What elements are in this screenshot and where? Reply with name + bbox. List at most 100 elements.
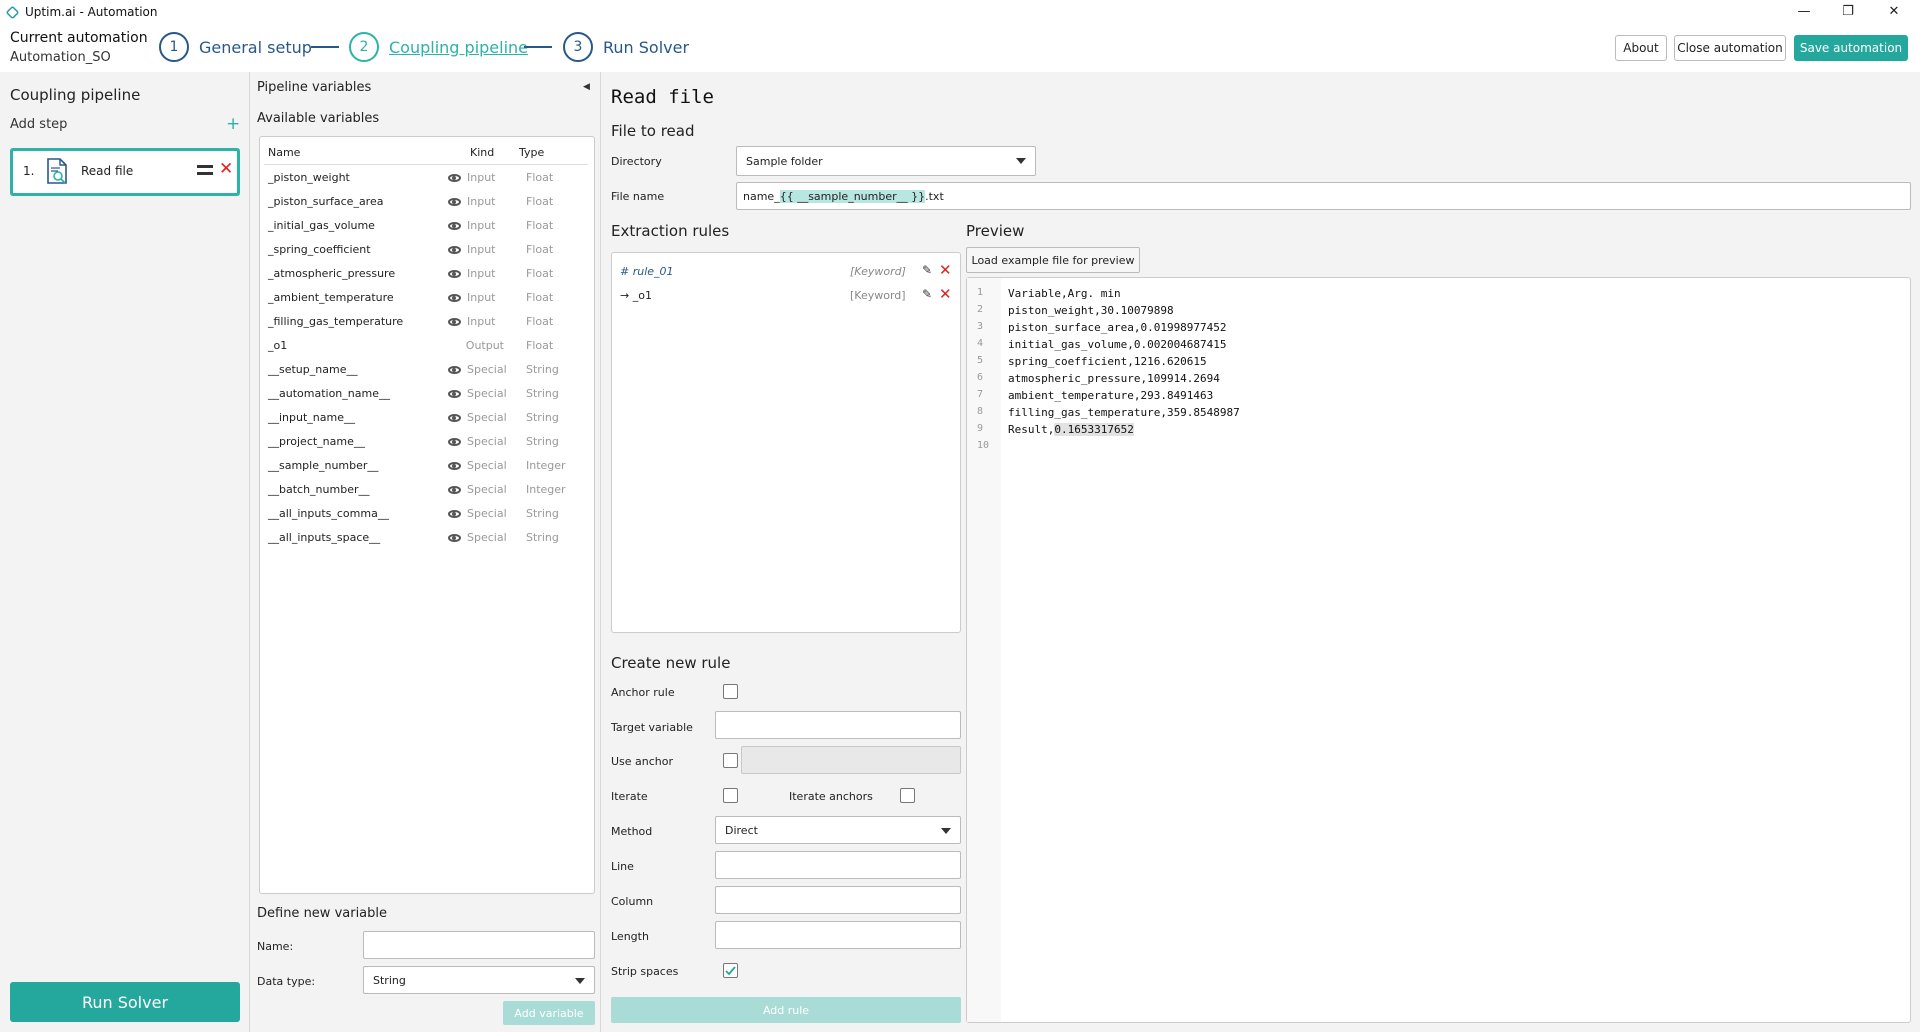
iterate-anchors-checkbox[interactable]	[900, 788, 915, 803]
page-title: Read file	[611, 86, 714, 108]
variable-row[interactable]: _filling_gas_temperature Input Float	[260, 310, 594, 334]
delete-step-icon[interactable]: ✕	[219, 159, 233, 179]
anchor-rule-checkbox[interactable]	[723, 684, 738, 699]
rule-item[interactable]: → _o1 [Keyword] ✎ ✕	[620, 285, 952, 305]
minimize-button[interactable]: —	[1782, 0, 1826, 22]
delete-rule-icon[interactable]: ✕	[939, 285, 952, 303]
panel-title: Pipeline variables	[257, 80, 372, 95]
variable-type: String	[526, 435, 559, 448]
directory-value: Sample folder	[746, 155, 823, 168]
eye-icon[interactable]	[448, 318, 461, 326]
eye-icon[interactable]	[448, 486, 461, 494]
chevron-down-icon	[575, 978, 585, 984]
line-text: spring_coefficient,1216.620615	[1008, 355, 1207, 368]
variable-row[interactable]: __all_inputs_comma__ Special String	[260, 502, 594, 526]
use-anchor-checkbox[interactable]	[723, 753, 738, 768]
rule-name: → _o1	[620, 289, 652, 302]
pipeline-step-read-file[interactable]: 1. Read file ✕	[10, 148, 240, 196]
about-button[interactable]: About	[1615, 35, 1667, 61]
variable-row[interactable]: __project_name__ Special String	[260, 430, 594, 454]
drag-handle-icon[interactable]	[197, 165, 213, 175]
file-name-input[interactable]: name_{{ __sample_number__ }}.txt	[736, 182, 1911, 210]
delete-rule-icon[interactable]: ✕	[939, 261, 952, 279]
target-variable-input[interactable]	[715, 711, 961, 739]
step-number: 3	[563, 32, 593, 62]
rule-kind-tag: [Keyword]	[850, 265, 906, 278]
variable-row[interactable]: __all_inputs_space__ Special String	[260, 526, 594, 550]
variable-row[interactable]: _o1 Output Float	[260, 334, 594, 358]
edit-rule-icon[interactable]: ✎	[922, 263, 932, 277]
pipeline-sidebar: Coupling pipeline Add step + 1. Read fil…	[0, 72, 250, 1032]
step-connector	[524, 46, 552, 48]
eye-icon[interactable]	[448, 414, 461, 422]
eye-icon[interactable]	[448, 294, 461, 302]
variable-type: String	[526, 411, 559, 424]
variable-kind: Input	[467, 195, 496, 208]
preview-title: Preview	[966, 222, 1025, 240]
eye-icon[interactable]	[448, 246, 461, 254]
variable-name: __input_name__	[268, 411, 355, 424]
variable-row[interactable]: _piston_surface_area Input Float	[260, 190, 594, 214]
eye-icon[interactable]	[448, 510, 461, 518]
data-type-select[interactable]: String	[363, 966, 595, 994]
eye-icon[interactable]	[448, 438, 461, 446]
step-number: 2	[349, 32, 379, 62]
eye-icon[interactable]	[448, 198, 461, 206]
variable-name-input[interactable]	[363, 931, 595, 959]
step-general-setup[interactable]: 1 General setup	[159, 32, 312, 62]
line-text: piston_weight,30.10079898	[1008, 304, 1174, 317]
variable-row[interactable]: _piston_weight Input Float	[260, 166, 594, 190]
close-automation-button[interactable]: Close automation	[1674, 35, 1786, 61]
step-label: Run Solver	[603, 37, 690, 57]
line-input[interactable]	[715, 851, 961, 879]
variable-row[interactable]: __input_name__ Special String	[260, 406, 594, 430]
eye-icon[interactable]	[448, 222, 461, 230]
divider	[264, 164, 588, 165]
file-name-label: File name	[611, 190, 665, 203]
variable-row[interactable]: __sample_number__ Special Integer	[260, 454, 594, 478]
eye-icon[interactable]	[448, 174, 461, 182]
preview-line: 6 atmospheric_pressure,109914.2694	[967, 371, 1910, 388]
variable-row[interactable]: __batch_number__ Special Integer	[260, 478, 594, 502]
save-automation-button[interactable]: Save automation	[1794, 35, 1908, 61]
restore-button[interactable]: ❐	[1826, 0, 1870, 22]
variable-type: String	[526, 363, 559, 376]
variable-type: Integer	[526, 483, 566, 496]
iterate-checkbox[interactable]	[723, 788, 738, 803]
eye-icon[interactable]	[448, 270, 461, 278]
method-value: Direct	[725, 824, 758, 837]
variable-row[interactable]: _atmospheric_pressure Input Float	[260, 262, 594, 286]
table-header: Name Kind Type	[260, 137, 594, 165]
preview-line: 4 initial_gas_volume,0.002004687415	[967, 337, 1910, 354]
eye-icon[interactable]	[448, 462, 461, 470]
variable-row[interactable]: _ambient_temperature Input Float	[260, 286, 594, 310]
method-select[interactable]: Direct	[715, 816, 961, 844]
variable-kind: Input	[467, 171, 496, 184]
line-number: 1	[977, 287, 984, 298]
add-step-plus-icon[interactable]: +	[226, 114, 240, 134]
length-input[interactable]	[715, 921, 961, 949]
edit-rule-icon[interactable]: ✎	[922, 287, 932, 301]
target-variable-label: Target variable	[611, 721, 693, 734]
variable-name: __setup_name__	[268, 363, 358, 376]
eye-icon[interactable]	[448, 366, 461, 374]
run-solver-button[interactable]: Run Solver	[10, 982, 240, 1022]
step-run-solver[interactable]: 3 Run Solver	[563, 32, 689, 62]
eye-icon[interactable]	[448, 390, 461, 398]
strip-spaces-checkbox[interactable]	[723, 963, 738, 978]
add-rule-button[interactable]: Add rule	[611, 997, 961, 1023]
close-window-button[interactable]: ✕	[1872, 0, 1916, 22]
step-coupling-pipeline[interactable]: 2 Coupling pipeline	[349, 32, 528, 62]
variable-row[interactable]: _initial_gas_volume Input Float	[260, 214, 594, 238]
column-input[interactable]	[715, 886, 961, 914]
rule-item[interactable]: # rule_01 [Keyword] ✎ ✕	[620, 261, 952, 281]
load-example-file-button[interactable]: Load example file for preview	[966, 247, 1140, 273]
variable-row[interactable]: _spring_coefficient Input Float	[260, 238, 594, 262]
variable-row[interactable]: __automation_name__ Special String	[260, 382, 594, 406]
directory-select[interactable]: Sample folder	[736, 146, 1036, 176]
eye-icon[interactable]	[448, 534, 461, 542]
variable-row[interactable]: __setup_name__ Special String	[260, 358, 594, 382]
add-variable-button[interactable]: Add variable	[503, 1001, 595, 1025]
line-number: 7	[977, 389, 984, 400]
collapse-panel-icon[interactable]: ◀	[583, 82, 590, 92]
